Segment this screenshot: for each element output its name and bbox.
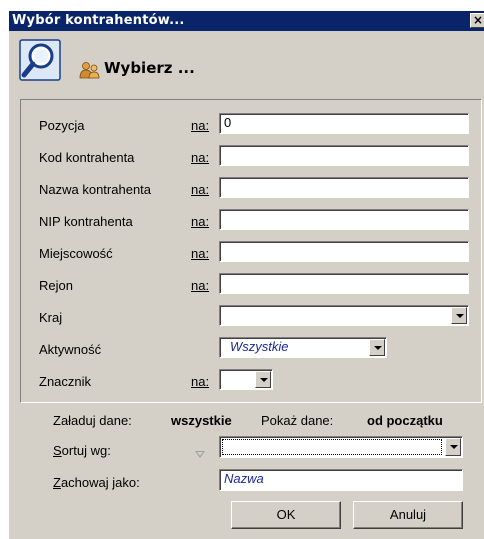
kraj-select[interactable] <box>219 305 469 326</box>
znacznik-na-label: na: <box>191 374 210 389</box>
rejon-label: Rejon <box>39 278 73 293</box>
aktywnosc-dropdown-icon[interactable] <box>369 339 385 356</box>
pokaz-label: Pokaż dane: <box>261 413 334 428</box>
ok-button[interactable]: OK <box>231 501 341 529</box>
miejscowosc-label: Miejscowość <box>39 246 113 261</box>
aktywnosc-label: Aktywność <box>39 342 102 357</box>
nip-input[interactable] <box>219 209 469 230</box>
kod-na-label: na: <box>191 150 210 165</box>
cancel-button-label: Anuluj <box>389 507 427 522</box>
pozycja-input[interactable]: 0 <box>219 113 469 134</box>
kraj-dropdown-icon[interactable] <box>451 307 467 324</box>
zachowaj-label: Zachowaj jako: <box>53 475 140 490</box>
miejscowosc-na-label: na: <box>191 246 210 261</box>
filter-panel: Pozycja na: 0 Kod kontrahenta na: Nazwa … <box>20 99 482 403</box>
sortuj-dropdown-icon[interactable] <box>445 438 461 456</box>
kod-label: Kod kontrahenta <box>39 150 135 165</box>
zaladuj-value[interactable]: wszystkie <box>171 413 232 428</box>
nazwa-na-label: na: <box>191 182 210 197</box>
cancel-button[interactable]: Anuluj <box>353 501 463 529</box>
nazwa-input[interactable] <box>219 177 469 198</box>
nazwa-label: Nazwa kontrahenta <box>39 182 152 197</box>
sortuj-focus-frame <box>222 439 442 455</box>
miejscowosc-input[interactable] <box>219 241 469 262</box>
kraj-label: Kraj <box>39 310 63 325</box>
dialog-header: Wybierz ... <box>17 39 477 83</box>
sortuj-label: Sortuj wg: <box>53 443 111 458</box>
nip-label: NIP kontrahenta <box>39 214 133 229</box>
magnifier-icon <box>19 39 61 81</box>
pozycja-label: Pozycja <box>39 118 85 133</box>
aktywnosc-select[interactable]: Wszystkie <box>219 337 387 358</box>
aktywnosc-value: Wszystkie <box>230 339 289 354</box>
contractors-icon <box>79 62 100 79</box>
window-title: Wybór kontrahentów... <box>12 13 185 28</box>
zachowaj-input[interactable]: Nazwa <box>219 469 463 491</box>
znacznik-select[interactable] <box>219 369 273 390</box>
zaladuj-label: Załaduj dane: <box>53 413 132 428</box>
ok-button-label: OK <box>276 507 296 522</box>
kod-input[interactable] <box>219 145 469 166</box>
title-bar[interactable]: Wybór kontrahentów... × <box>9 11 484 31</box>
close-button[interactable]: × <box>470 13 484 28</box>
sort-direction-icon[interactable] <box>195 451 205 458</box>
rejon-na-label: na: <box>191 278 210 293</box>
rejon-input[interactable] <box>219 273 469 294</box>
pozycja-na-label: na: <box>191 118 210 133</box>
sortuj-select[interactable] <box>219 436 463 458</box>
znacznik-dropdown-icon[interactable] <box>255 371 271 388</box>
nip-na-label: na: <box>191 214 210 229</box>
pokaz-value[interactable]: od początku <box>367 413 443 428</box>
header-title: Wybierz ... <box>104 59 195 77</box>
znacznik-label: Znacznik <box>39 374 92 389</box>
zachowaj-value: Nazwa <box>224 471 264 486</box>
dialog-window: Wybór kontrahentów... × Wybierz ... Pozy… <box>8 10 484 539</box>
